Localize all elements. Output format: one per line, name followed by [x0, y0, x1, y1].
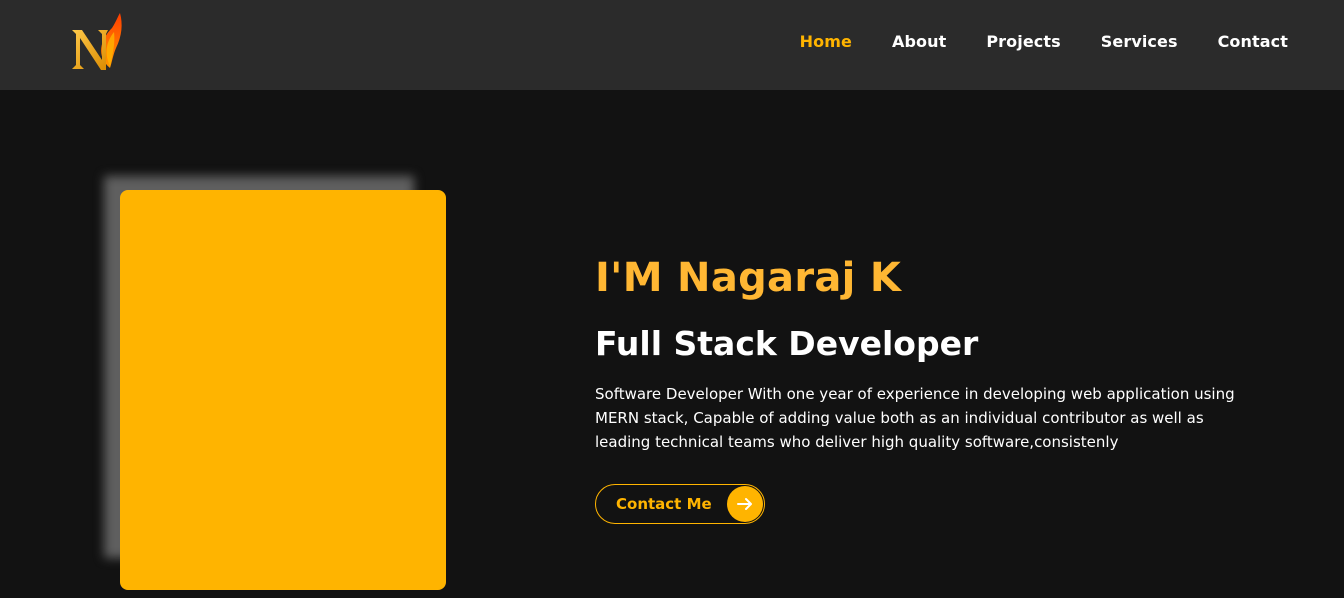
contact-me-label: Contact Me: [616, 495, 712, 513]
hero-role: Full Stack Developer: [595, 324, 979, 363]
nav-links: Home About Projects Services Contact: [800, 0, 1288, 82]
nav-link-about[interactable]: About: [892, 32, 946, 51]
nav-link-home[interactable]: Home: [800, 32, 852, 51]
navbar: Home About Projects Services Contact: [0, 0, 1344, 90]
hero-content: I'M Nagaraj K Full Stack Developer Softw…: [595, 250, 1295, 524]
nav-link-services[interactable]: Services: [1101, 32, 1178, 51]
profile-image-card: [120, 190, 446, 590]
arrow-right-icon: [727, 486, 763, 522]
hero-description: Software Developer With one year of expe…: [595, 385, 1235, 451]
logo[interactable]: [66, 10, 126, 72]
logo-icon: [72, 13, 122, 70]
nav-link-projects[interactable]: Projects: [986, 32, 1060, 51]
nav-link-contact[interactable]: Contact: [1218, 32, 1288, 51]
hero-section: I'M Nagaraj K Full Stack Developer Softw…: [0, 90, 1344, 598]
contact-me-button[interactable]: Contact Me: [595, 484, 765, 524]
hero-name: I'M Nagaraj K: [595, 255, 902, 301]
